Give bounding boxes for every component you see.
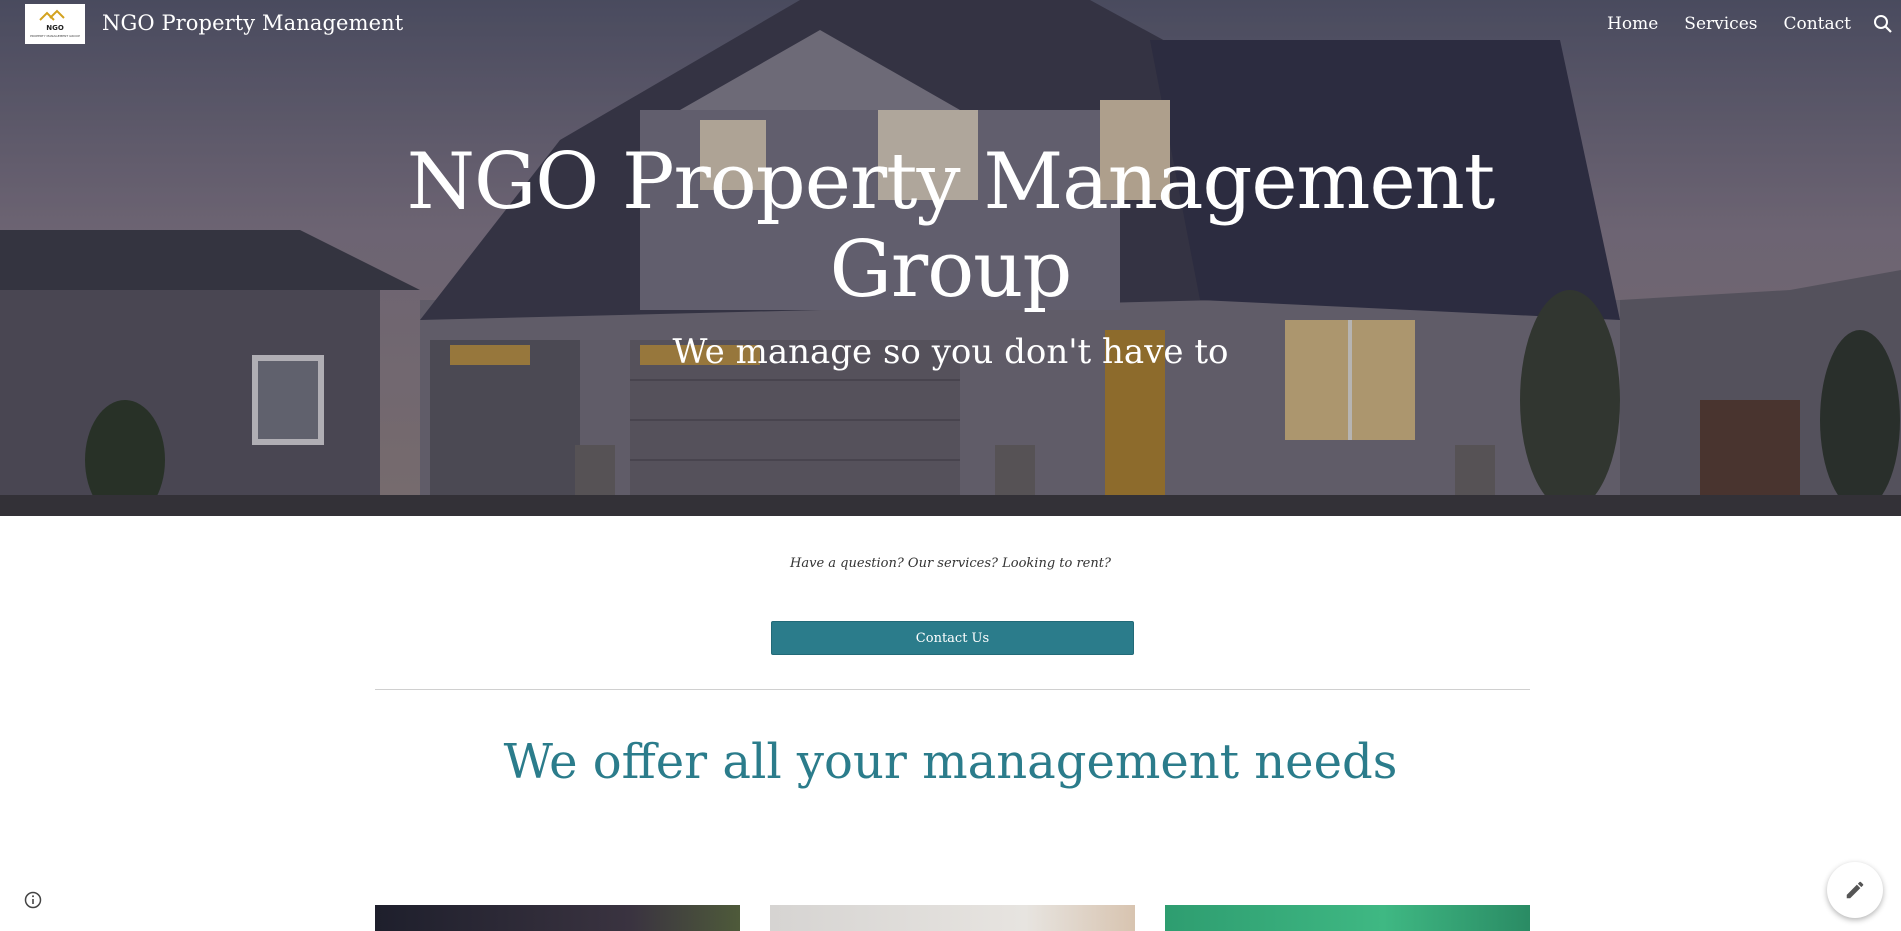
svg-text:PROPERTY MANAGEMENT GROUP: PROPERTY MANAGEMENT GROUP: [30, 34, 80, 38]
section-divider: [375, 689, 1530, 690]
info-button[interactable]: [23, 890, 43, 910]
main-nav: Home Services Contact: [1607, 14, 1851, 34]
pencil-icon: [1846, 881, 1864, 899]
service-card-image-2: [770, 905, 1135, 931]
edit-button[interactable]: [1827, 862, 1883, 918]
site-logo[interactable]: NGO PROPERTY MANAGEMENT GROUP: [25, 4, 85, 44]
nav-home[interactable]: Home: [1607, 14, 1658, 34]
logo-image: NGO PROPERTY MANAGEMENT GROUP: [30, 9, 80, 38]
service-card-image-3: [1165, 905, 1530, 931]
service-card-image-1: [375, 905, 740, 931]
hero-subtitle: We manage so you don't have to: [672, 332, 1229, 372]
section-heading: We offer all your management needs: [503, 734, 1398, 790]
hero-title-line2: Group: [829, 225, 1073, 315]
site-title[interactable]: NGO Property Management: [102, 11, 403, 35]
contact-us-button[interactable]: Contact Us: [771, 621, 1134, 655]
search-icon: [1874, 15, 1892, 33]
svg-text:NGO: NGO: [46, 24, 64, 32]
nav-contact[interactable]: Contact: [1783, 14, 1851, 34]
hero-title-line1: NGO Property Management: [406, 137, 1496, 227]
question-text: Have a question? Our services? Looking t…: [790, 556, 1111, 571]
search-button[interactable]: [1871, 12, 1895, 36]
info-icon: [24, 891, 42, 909]
hero-title: NGO Property Management Group: [0, 138, 1901, 314]
nav-services[interactable]: Services: [1684, 14, 1757, 34]
site-header: NGO PROPERTY MANAGEMENT GROUP NGO Proper…: [0, 0, 1901, 48]
hero-banner: NGO Property Management Group We manage …: [0, 0, 1901, 516]
